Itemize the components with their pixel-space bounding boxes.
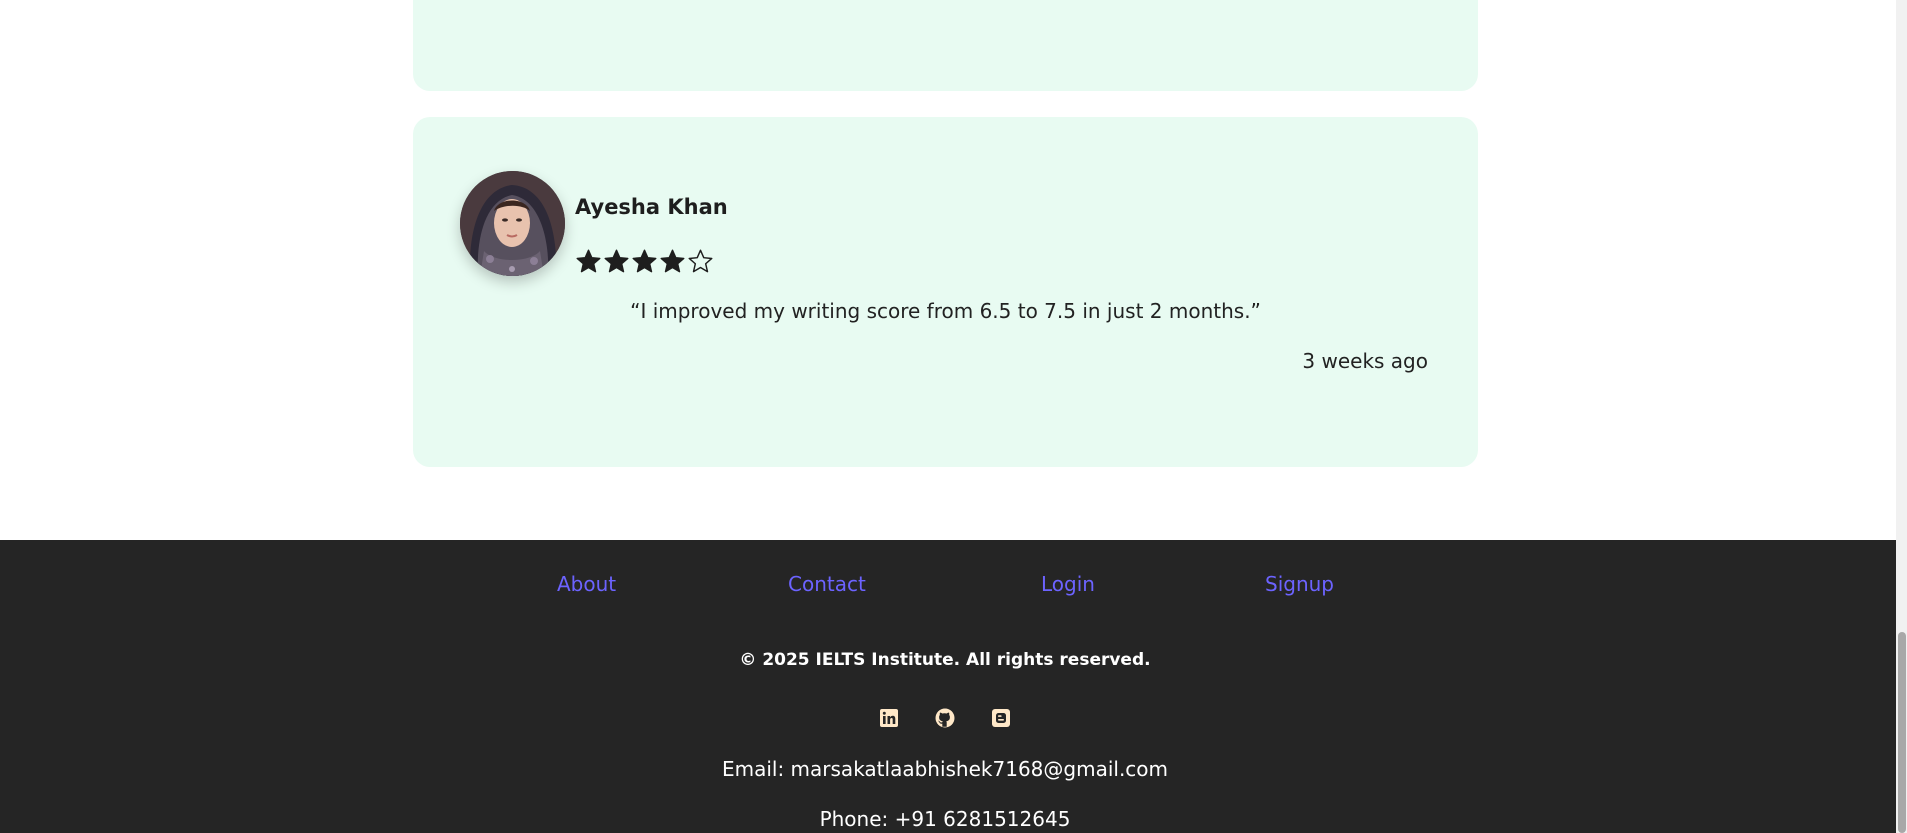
footer-link-about[interactable]: About: [557, 572, 616, 596]
reviewer-name: Ayesha Khan: [575, 195, 728, 219]
star-filled-icon: [660, 249, 685, 273]
blogger-icon[interactable]: [990, 707, 1012, 729]
footer-link-contact[interactable]: Contact: [788, 572, 866, 596]
github-icon[interactable]: [934, 707, 956, 729]
review-timestamp: 3 weeks ago: [1302, 349, 1428, 373]
avatar: [460, 171, 565, 276]
star-filled-icon: [632, 249, 657, 273]
social-links: [0, 707, 1890, 729]
contact-phone: Phone: +91 6281512645: [819, 807, 1071, 831]
footer: About Contact Login Signup © 2025 IELTS …: [0, 540, 1896, 833]
scrollbar[interactable]: [1896, 0, 1907, 833]
star-empty-icon: [688, 249, 713, 273]
star-filled-icon: [604, 249, 629, 273]
star-rating: [575, 248, 714, 275]
scrollbar-thumb[interactable]: [1898, 632, 1906, 833]
previous-review-card: [413, 0, 1478, 91]
star-filled-icon: [576, 249, 601, 273]
page: Ayesha Khan “I improved my writing score…: [0, 0, 1907, 833]
footer-link-login[interactable]: Login: [1041, 572, 1095, 596]
contact-email: Email: marsakatlaabhishek7168@gmail.com: [721, 757, 1169, 781]
review-quote: “I improved my writing score from 6.5 to…: [630, 299, 1261, 323]
copyright: © 2025 IELTS Institute. All rights reser…: [739, 650, 1151, 670]
review-card: Ayesha Khan “I improved my writing score…: [413, 117, 1478, 467]
footer-link-signup[interactable]: Signup: [1265, 572, 1334, 596]
linkedin-icon[interactable]: [878, 707, 900, 729]
